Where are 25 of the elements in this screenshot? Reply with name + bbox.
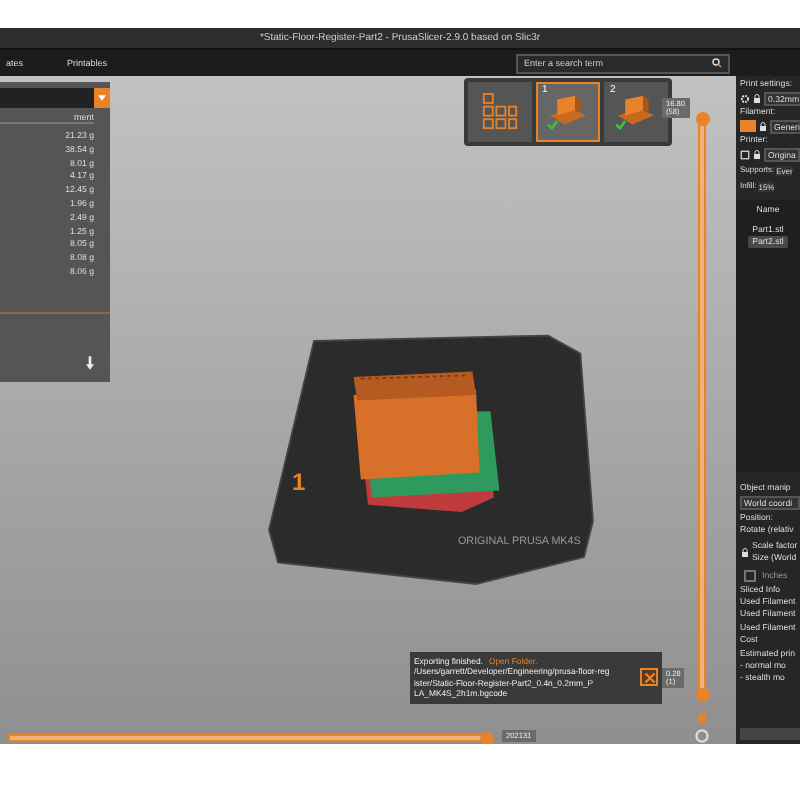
- gear-icon: [740, 93, 750, 103]
- bed-number: 1: [292, 468, 306, 496]
- slider-thumb[interactable]: [695, 112, 709, 126]
- slider-thumb[interactable]: [480, 731, 494, 744]
- lock-icon[interactable]: [740, 547, 750, 557]
- close-icon: [643, 671, 655, 684]
- close-button[interactable]: [640, 668, 658, 687]
- dropdown-button[interactable]: [94, 88, 110, 108]
- dropdown-field[interactable]: [0, 88, 94, 108]
- lock-icon: [752, 93, 762, 103]
- part-icon: [614, 94, 658, 130]
- checkbox[interactable]: [744, 570, 756, 582]
- grid-icon: [482, 92, 518, 132]
- search-icon: [712, 58, 722, 68]
- lock-icon: [758, 121, 768, 131]
- printer-icon: [740, 149, 750, 159]
- export-button[interactable]: [740, 728, 800, 740]
- part-icon: [546, 94, 590, 130]
- lock-icon: [752, 149, 762, 159]
- all-plates-tile[interactable]: [468, 82, 532, 142]
- slider-thumb[interactable]: [695, 688, 709, 702]
- circle-icon[interactable]: [694, 728, 710, 744]
- filament-color-swatch[interactable]: [740, 120, 756, 132]
- caret-icon: [98, 94, 106, 102]
- download-icon[interactable]: [86, 356, 94, 370]
